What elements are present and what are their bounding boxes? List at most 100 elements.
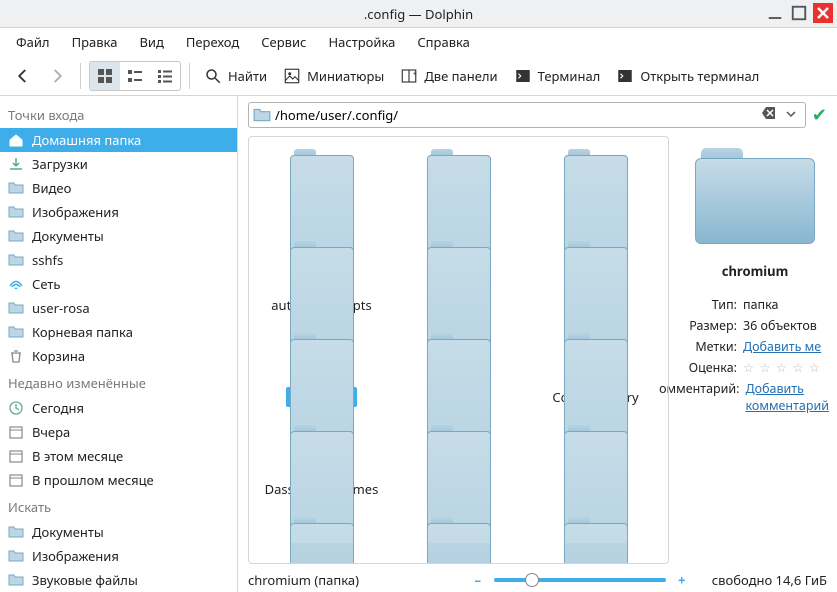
sidebar-item-label: Изображения bbox=[32, 547, 119, 565]
zoom-slider[interactable]: – + bbox=[470, 572, 690, 588]
sidebar-item-search-1[interactable]: Изображения bbox=[0, 544, 237, 568]
file-item[interactable]: dconf bbox=[394, 425, 523, 499]
sidebar-item-places-9[interactable]: Корзина bbox=[0, 344, 237, 368]
forward-button[interactable] bbox=[42, 63, 72, 89]
chevron-down-icon[interactable] bbox=[781, 106, 801, 124]
view-details-button[interactable] bbox=[150, 62, 180, 90]
file-item[interactable]: chromium bbox=[257, 333, 386, 407]
folder-icon bbox=[8, 180, 24, 196]
menu-tools[interactable]: Сервис bbox=[251, 29, 316, 55]
sidebar-item-places-8[interactable]: Корневая папка bbox=[0, 320, 237, 344]
menu-view[interactable]: Вид bbox=[129, 29, 173, 55]
sidebar-item-recent-0[interactable]: Сегодня bbox=[0, 396, 237, 420]
menu-help[interactable]: Справка bbox=[407, 29, 480, 55]
folder-icon bbox=[564, 333, 628, 381]
clear-icon[interactable] bbox=[757, 105, 781, 125]
titlebar: .config — Dolphin bbox=[0, 0, 837, 28]
sidebar-item-recent-2[interactable]: В этом месяце bbox=[0, 444, 237, 468]
thumbnails-button[interactable]: Миниатюры bbox=[277, 63, 390, 89]
sidebar-item-places-6[interactable]: Сеть bbox=[0, 272, 237, 296]
minimize-button[interactable] bbox=[765, 3, 785, 23]
folder-icon bbox=[8, 204, 24, 220]
file-item[interactable]: autostart-scripts bbox=[257, 241, 386, 315]
sidebar-item-places-2[interactable]: Видео bbox=[0, 176, 237, 200]
open-terminal-button[interactable]: Открыть терминал bbox=[610, 63, 765, 89]
folder-icon bbox=[427, 149, 491, 197]
search-header: Искать bbox=[0, 492, 237, 520]
folder-icon bbox=[564, 241, 628, 289]
add-comment-link[interactable]: Добавить комментарий bbox=[746, 380, 829, 414]
sidebar-item-places-3[interactable]: Изображения bbox=[0, 200, 237, 224]
file-item[interactable]: birdfont bbox=[394, 241, 523, 315]
close-button[interactable] bbox=[813, 3, 833, 23]
info-type-value: папка bbox=[743, 296, 829, 313]
menu-go[interactable]: Переход bbox=[176, 29, 249, 55]
file-item[interactable]: Dassault Systemes bbox=[257, 425, 386, 499]
sidebar-item-places-5[interactable]: sshfs bbox=[0, 248, 237, 272]
location-input-wrap[interactable] bbox=[248, 102, 806, 128]
info-name: chromium bbox=[681, 262, 829, 280]
file-item[interactable]: boomaga bbox=[531, 241, 660, 315]
rating-stars[interactable]: ☆ ☆ ☆ ☆ ☆ bbox=[743, 359, 829, 376]
folder-icon bbox=[8, 548, 24, 564]
menu-file[interactable]: Файл bbox=[6, 29, 60, 55]
sidebar-item-places-0[interactable]: Домашняя папка bbox=[0, 128, 237, 152]
sidebar-item-label: Сегодня bbox=[32, 399, 84, 417]
sidebar-item-places-1[interactable]: Загрузки bbox=[0, 152, 237, 176]
toolbar: Найти Миниатюры +Две панели Терминал Отк… bbox=[0, 56, 837, 96]
calendar-icon bbox=[8, 448, 24, 464]
folder-icon bbox=[8, 572, 24, 588]
file-item[interactable] bbox=[531, 517, 660, 543]
find-button[interactable]: Найти bbox=[198, 63, 273, 89]
svg-text:+: + bbox=[413, 69, 417, 79]
sidebar-item-label: Вчера bbox=[32, 423, 70, 441]
view-icons-button[interactable] bbox=[90, 62, 120, 90]
sidebar-item-label: Документы bbox=[32, 227, 104, 245]
folder-icon bbox=[8, 324, 24, 340]
sidebar-item-search-0[interactable]: Документы bbox=[0, 520, 237, 544]
home-icon bbox=[8, 132, 24, 148]
sidebar-item-recent-3[interactable]: В прошлом месяце bbox=[0, 468, 237, 492]
maximize-button[interactable] bbox=[789, 3, 809, 23]
file-item[interactable] bbox=[257, 517, 386, 543]
file-item[interactable]: deepin bbox=[531, 425, 660, 499]
file-item[interactable]: Code bbox=[394, 333, 523, 407]
folder-icon bbox=[290, 149, 354, 197]
terminal-button[interactable]: Терминал bbox=[508, 63, 607, 89]
accept-icon[interactable]: ✔ bbox=[812, 103, 827, 127]
view-compact-button[interactable] bbox=[120, 62, 150, 90]
sidebar-item-places-7[interactable]: user-rosa bbox=[0, 296, 237, 320]
sidebar-item-recent-1[interactable]: Вчера bbox=[0, 420, 237, 444]
sidebar-item-search-2[interactable]: Звуковые файлы bbox=[0, 568, 237, 592]
file-item[interactable]: autostart bbox=[531, 149, 660, 223]
sidebar-item-label: user-rosa bbox=[32, 299, 90, 317]
file-item[interactable]: audacious bbox=[394, 149, 523, 223]
folder-icon bbox=[8, 252, 24, 268]
info-panel: chromium Тип:папка Размер:36 объектов Ме… bbox=[669, 132, 837, 568]
menu-edit[interactable]: Правка bbox=[62, 29, 128, 55]
view-mode-group bbox=[89, 61, 181, 91]
menu-settings[interactable]: Настройка bbox=[318, 29, 405, 55]
zoom-in-icon[interactable]: + bbox=[674, 572, 690, 588]
status-right: свободно 14,6 ГиБ bbox=[712, 571, 827, 589]
folder-icon bbox=[8, 300, 24, 316]
folder-icon bbox=[290, 333, 354, 381]
back-button[interactable] bbox=[8, 63, 38, 89]
split-button[interactable]: +Две панели bbox=[394, 63, 503, 89]
sidebar-item-places-4[interactable]: Документы bbox=[0, 224, 237, 248]
location-input[interactable] bbox=[275, 106, 757, 124]
clock-icon bbox=[8, 400, 24, 416]
sidebar-item-label: В прошлом месяце bbox=[32, 471, 154, 489]
places-header: Точки входа bbox=[0, 100, 237, 128]
file-item[interactable]: akonadi bbox=[257, 149, 386, 223]
status-left: chromium (папка) bbox=[248, 571, 359, 589]
zoom-out-icon[interactable]: – bbox=[470, 572, 486, 588]
folder-icon bbox=[8, 524, 24, 540]
file-grid[interactable]: akonadiaudaciousautostart autostart-scrip… bbox=[249, 137, 668, 563]
file-item[interactable]: Code Industry bbox=[531, 333, 660, 407]
info-tags-label: Метки: bbox=[695, 338, 737, 355]
add-tags-link[interactable]: Добавить ме bbox=[743, 338, 821, 355]
sidebar-item-label: Корневая папка bbox=[32, 323, 133, 341]
file-view: akonadiaudaciousautostart autostart-scrip… bbox=[248, 136, 669, 564]
file-item[interactable] bbox=[394, 517, 523, 543]
